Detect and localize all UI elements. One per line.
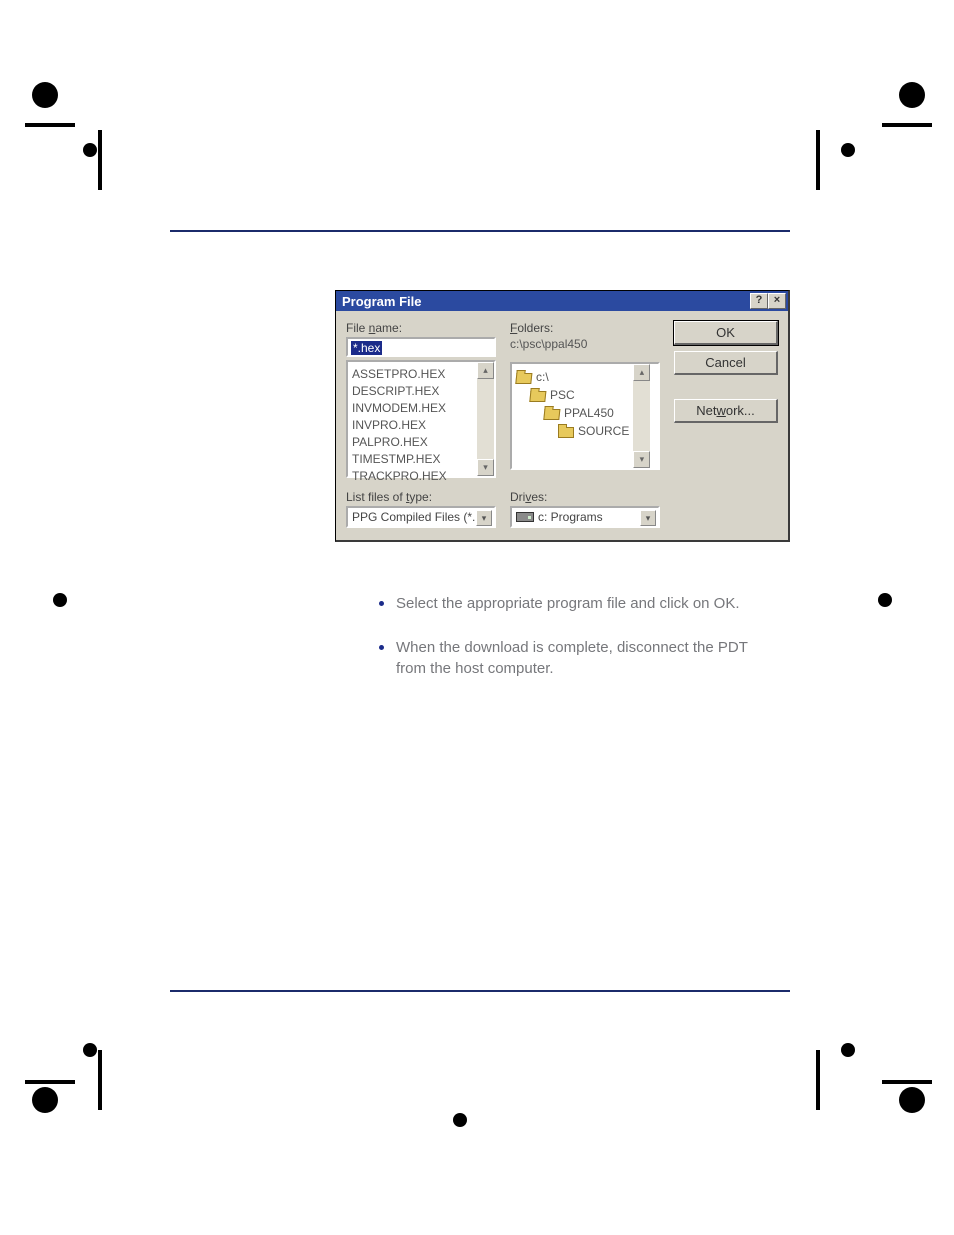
folder-open-icon: [515, 371, 532, 383]
drives-label: Drives:: [510, 490, 660, 504]
chevron-down-icon[interactable]: ▾: [476, 510, 492, 526]
registration-mark-icon: [808, 1030, 888, 1110]
cancel-button[interactable]: Cancel: [674, 351, 778, 375]
folder-closed-icon: [558, 425, 574, 437]
list-item[interactable]: INVMODEM.HEX: [352, 400, 473, 417]
filename-label: File name:: [346, 321, 496, 335]
drive-icon: [516, 512, 534, 522]
registration-mark-icon: [70, 130, 150, 210]
folder-open-icon: [543, 407, 560, 419]
folder-tree-scrollbar[interactable]: ▴ ▾: [633, 364, 650, 468]
help-button[interactable]: ?: [750, 293, 768, 309]
filetype-dropdown[interactable]: PPG Compiled Files (*.H ▾: [346, 506, 496, 528]
scroll-up-icon[interactable]: ▴: [633, 364, 650, 381]
scroll-up-icon[interactable]: ▴: [477, 362, 494, 379]
instruction-list: Select the appropriate program file and …: [356, 590, 776, 699]
registration-mark-icon: [40, 580, 120, 660]
registration-mark-icon: [852, 75, 932, 155]
ok-button[interactable]: OK: [674, 321, 778, 345]
registration-mark-icon: [852, 1080, 932, 1160]
instruction-item: Select the appropriate program file and …: [396, 590, 776, 614]
folder-open-icon: [529, 389, 546, 401]
folders-path: c:\psc\ppal450: [510, 337, 660, 351]
scroll-down-icon[interactable]: ▾: [477, 459, 494, 476]
dialog-title: Program File: [342, 294, 421, 309]
drives-value: c: Programs: [538, 510, 603, 524]
program-file-dialog: Program File ? × File name: *.hex ASSETP…: [335, 290, 790, 542]
list-item[interactable]: INVPRO.HEX: [352, 417, 473, 434]
registration-mark-icon: [865, 580, 945, 660]
list-item[interactable]: ASSETPRO.HEX: [352, 366, 473, 383]
filetype-value: PPG Compiled Files (*.H: [352, 510, 484, 524]
folder-tree[interactable]: c:\ PSC PPAL450 SOURCE ▴ ▾: [510, 362, 660, 470]
registration-mark-icon: [25, 75, 105, 155]
drives-dropdown[interactable]: c: Programs ▾: [510, 506, 660, 528]
file-list-scrollbar[interactable]: ▴ ▾: [477, 362, 494, 476]
network-button[interactable]: Network...: [674, 399, 778, 423]
registration-mark-icon: [70, 1030, 150, 1110]
filename-input[interactable]: *.hex: [346, 337, 496, 357]
list-item[interactable]: TRACKPRO.HEX: [352, 468, 473, 485]
list-item[interactable]: DESCRIPT.HEX: [352, 383, 473, 400]
registration-mark-icon: [808, 130, 888, 210]
chevron-down-icon[interactable]: ▾: [640, 510, 656, 526]
file-listbox[interactable]: ASSETPRO.HEX DESCRIPT.HEX INVMODEM.HEX I…: [346, 360, 496, 478]
tree-item[interactable]: PSC: [516, 386, 629, 404]
tree-item[interactable]: c:\: [516, 368, 629, 386]
filetype-label: List files of type:: [346, 490, 496, 504]
folders-label: Folders:: [510, 321, 660, 335]
titlebar[interactable]: Program File ? ×: [336, 291, 788, 311]
list-item[interactable]: PALPRO.HEX: [352, 434, 473, 451]
list-item[interactable]: TIMESTMP.HEX: [352, 451, 473, 468]
registration-mark-icon: [420, 1080, 500, 1160]
rule-top: [170, 230, 790, 232]
rule-bottom: [170, 990, 790, 992]
tree-item[interactable]: PPAL450: [516, 404, 629, 422]
close-button[interactable]: ×: [768, 293, 786, 309]
instruction-item: When the download is complete, disconnec…: [396, 634, 776, 679]
tree-item[interactable]: SOURCE: [516, 422, 629, 440]
scroll-down-icon[interactable]: ▾: [633, 451, 650, 468]
registration-mark-icon: [25, 1080, 105, 1160]
filename-value: *.hex: [351, 341, 382, 355]
